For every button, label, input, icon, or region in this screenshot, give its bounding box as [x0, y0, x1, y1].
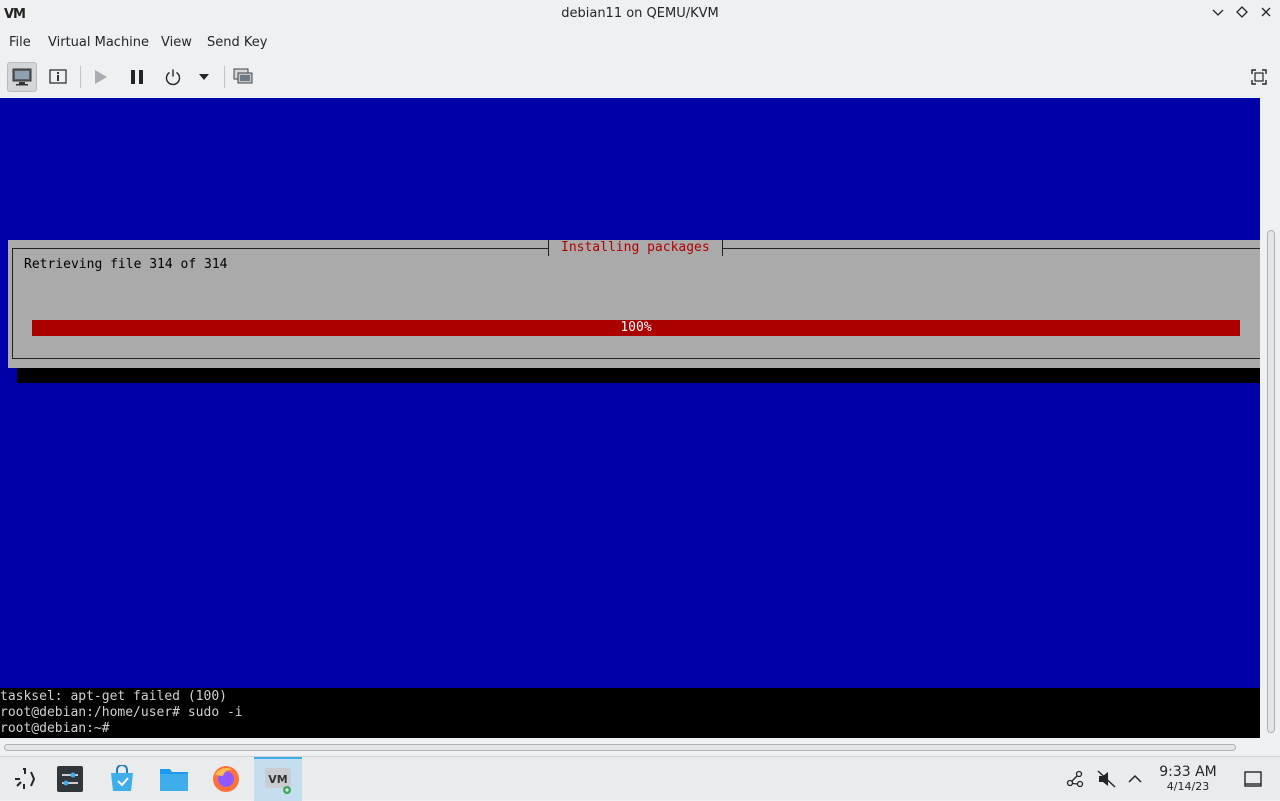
maximize-icon[interactable]: [1234, 6, 1250, 22]
window-title: debian11 on QEMU/KVM: [561, 6, 719, 21]
dialog-title: Installing packages: [548, 240, 723, 256]
close-icon[interactable]: [1258, 6, 1274, 22]
discover-store-button[interactable]: [98, 757, 146, 801]
console-line: root@debian:~#: [0, 721, 110, 736]
volume-tray-button[interactable]: [1097, 769, 1117, 789]
volume-muted-icon: [1097, 770, 1116, 788]
launcher-icon: [15, 768, 36, 789]
fullscreen-button[interactable]: [1244, 62, 1274, 92]
console-output[interactable]: tasksel: apt-get failed (100) root@debia…: [0, 688, 1260, 738]
minimize-icon[interactable]: [1210, 6, 1226, 22]
virt-manager-button[interactable]: VM: [254, 757, 302, 801]
snapshots-icon: [233, 68, 253, 84]
console-line: tasksel: apt-get failed (100): [0, 689, 227, 704]
vertical-scrollbar-thumb[interactable]: [1267, 230, 1275, 733]
network-icon: [1066, 770, 1084, 788]
run-icon: [95, 70, 107, 84]
horizontal-scrollbar[interactable]: [0, 738, 1280, 756]
svg-text:VM: VM: [268, 773, 287, 786]
file-manager-button[interactable]: [150, 757, 198, 801]
power-button[interactable]: [158, 62, 188, 92]
taskbar: VM: [0, 756, 1280, 801]
fullscreen-icon: [1251, 69, 1267, 85]
system-settings-button[interactable]: [46, 757, 94, 801]
vm-display[interactable]: [0, 98, 1260, 738]
snapshots-button[interactable]: [229, 62, 259, 92]
menu-view[interactable]: View: [161, 35, 192, 50]
status-text: Retrieving file 314 of 314: [24, 257, 228, 272]
console-view-icon: [12, 68, 32, 86]
clock-time[interactable]: 9:33 AM: [1150, 764, 1226, 780]
power-dropdown-icon: [199, 74, 209, 80]
run-button[interactable]: [85, 62, 115, 92]
file-manager-icon: [160, 769, 188, 791]
console-view-button[interactable]: [7, 62, 37, 92]
pause-icon: [131, 70, 143, 84]
tray-expand-button[interactable]: [1125, 769, 1145, 789]
clock-date[interactable]: 4/14/23: [1150, 780, 1226, 793]
network-tray-button[interactable]: [1065, 769, 1085, 789]
progress-bar: 100%: [32, 320, 1240, 336]
console-line: root@debian:/home/user# sudo -i: [0, 705, 243, 720]
menu-bar: File Virtual Machine View Send Key: [0, 30, 1280, 56]
details-view-button[interactable]: [43, 62, 73, 92]
toolbar-separator: [224, 66, 225, 88]
menu-virtual-machine[interactable]: Virtual Machine: [48, 35, 149, 50]
menu-send-key[interactable]: Send Key: [207, 35, 267, 50]
horizontal-scrollbar-thumb[interactable]: [4, 744, 1236, 751]
firefox-icon: [213, 766, 239, 792]
dialog-shadow: [17, 368, 1260, 383]
firefox-button[interactable]: [202, 757, 250, 801]
system-settings-icon: [57, 766, 83, 792]
launcher-button[interactable]: [0, 757, 48, 801]
progress-label: 100%: [620, 320, 652, 335]
vertical-scrollbar[interactable]: [1260, 98, 1280, 738]
show-desktop-icon: [1244, 771, 1262, 787]
details-view-icon: [49, 69, 67, 84]
pause-button[interactable]: [122, 62, 152, 92]
power-icon: [165, 69, 181, 86]
toolbar-separator: [80, 66, 81, 88]
menu-file[interactable]: File: [9, 35, 31, 50]
installer-dialog: Installing packages Retrieving file 314 …: [8, 240, 1272, 368]
discover-store-icon: [111, 765, 133, 791]
window-titlebar: VM debian11 on QEMU/KVM: [0, 0, 1280, 30]
power-dropdown-button[interactable]: [190, 62, 218, 92]
show-desktop-button[interactable]: [1243, 769, 1263, 789]
toolbar: [0, 56, 1280, 98]
virt-manager-icon: VM: [265, 768, 291, 794]
tray-expand-icon: [1128, 774, 1142, 783]
